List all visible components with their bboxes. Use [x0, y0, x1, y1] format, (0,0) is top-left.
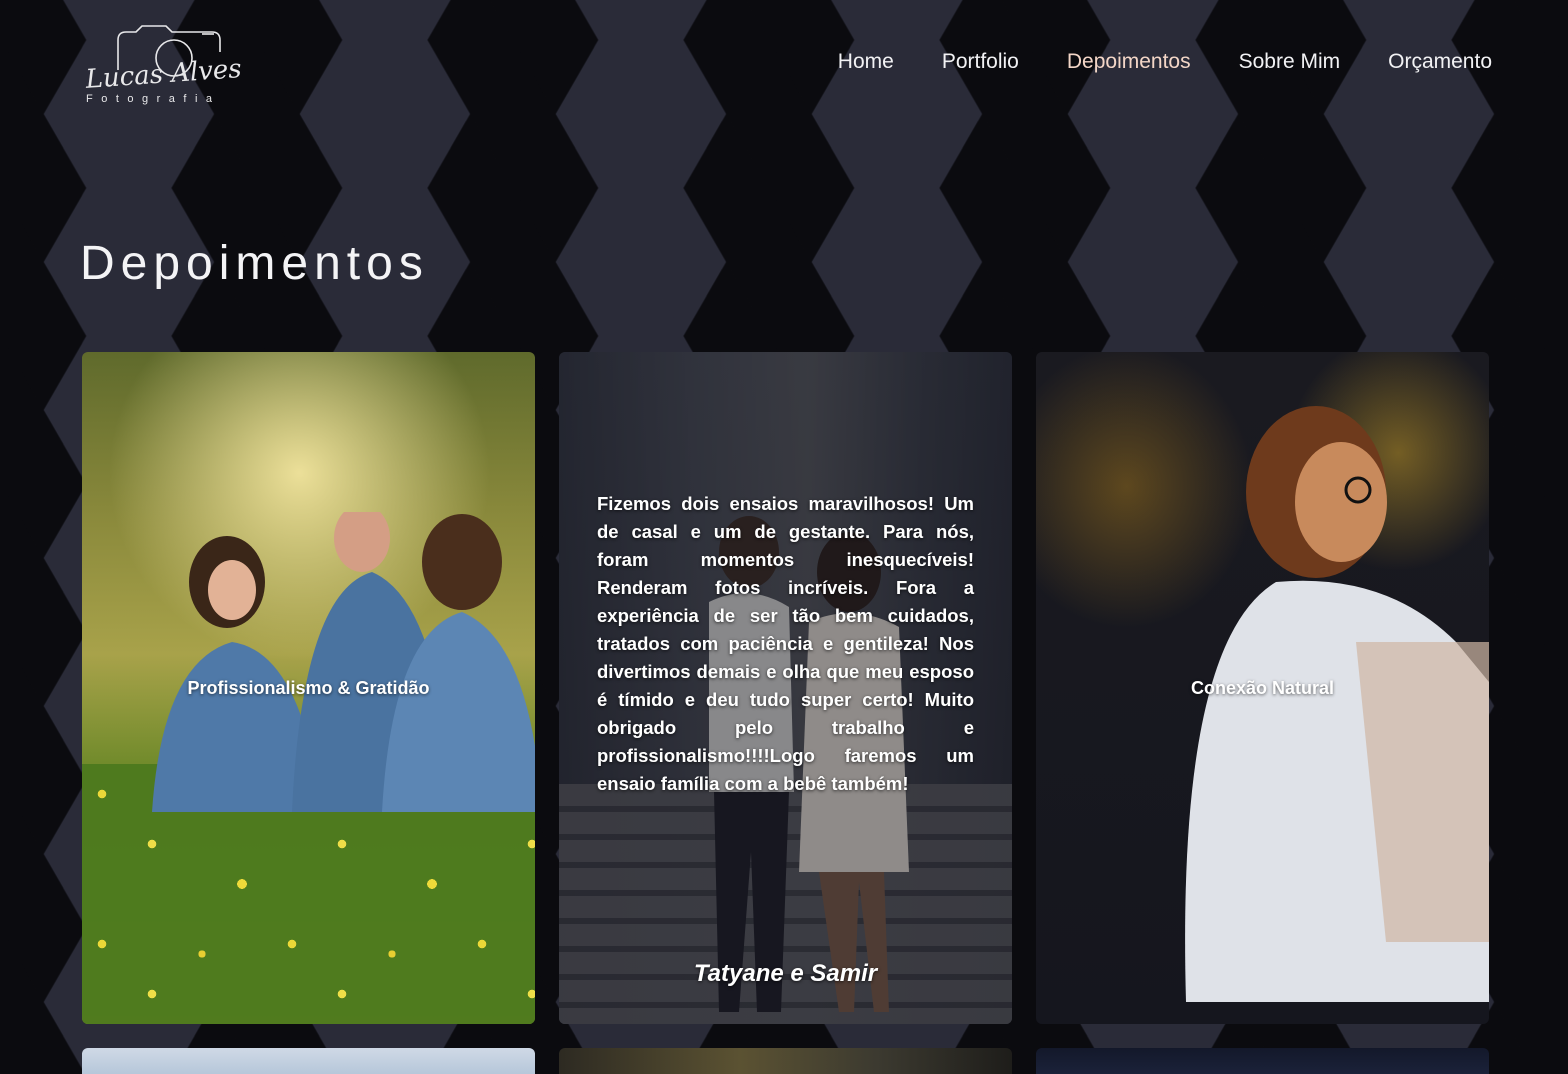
testimonial-author: Tatyane e Samir — [693, 960, 878, 987]
main-nav: Home Portfolio Depoimentos Sobre Mim Orç… — [838, 50, 1492, 74]
nav-orcamento[interactable]: Orçamento — [1388, 50, 1492, 74]
testimonial-card-couple[interactable]: Fizemos dois ensaios maravilhosos! Um de… — [559, 352, 1012, 1024]
testimonial-text: Fizemos dois ensaios maravilhosos! Um de… — [597, 493, 974, 794]
nav-home[interactable]: Home — [838, 50, 894, 74]
testimonial-caption: Profissionalismo & Gratidão — [187, 678, 430, 698]
testimonial-card-woman[interactable]: Conexão Natural — [1036, 352, 1489, 1024]
brand-logo[interactable]: Lucas Alves Fotografia — [82, 22, 262, 106]
family-photo — [152, 512, 535, 812]
page-title: Depoimentos — [80, 237, 429, 290]
svg-text:Fotografia: Fotografia — [86, 93, 221, 105]
testimonial-card-family[interactable]: Profissionalismo & Gratidão — [82, 352, 535, 1024]
nav-sobre-mim[interactable]: Sobre Mim — [1239, 50, 1341, 74]
testimonial-card-peek[interactable] — [559, 1048, 1012, 1074]
testimonial-card-peek[interactable] — [82, 1048, 535, 1074]
svg-text:Lucas Alves: Lucas Alves — [84, 54, 243, 95]
testimonial-caption: Conexão Natural — [1190, 678, 1335, 698]
site-header: Lucas Alves Fotografia Home Portfolio De… — [0, 0, 1568, 130]
testimonial-card-peek[interactable] — [1036, 1048, 1489, 1074]
nav-portfolio[interactable]: Portfolio — [942, 50, 1019, 74]
nav-depoimentos[interactable]: Depoimentos — [1067, 50, 1191, 74]
